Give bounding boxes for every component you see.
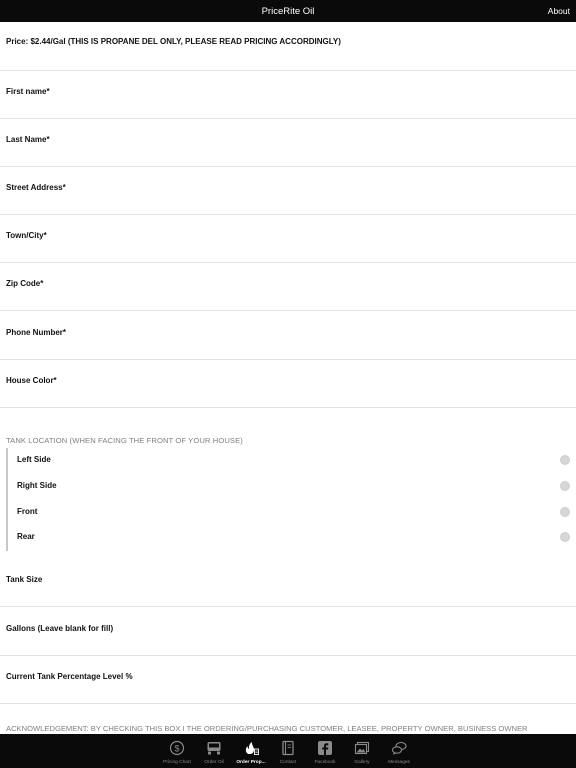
first-name-field[interactable]: First name* [0,71,576,119]
tab-order-propane[interactable]: Order Prop... [233,734,270,768]
tank-location-option-rear[interactable]: Rear [8,525,572,550]
facebook-icon [317,740,333,756]
street-address-field[interactable]: Street Address* [0,167,576,215]
phone-number-input[interactable] [6,338,570,356]
tank-percentage-input[interactable] [6,682,570,700]
tab-label: Gallery [354,760,370,765]
tank-size-input[interactable] [6,585,570,603]
chat-bubbles-icon [391,740,407,756]
radio-circle-icon[interactable] [560,455,570,465]
navigation-bar: PriceRite Oil About [0,0,576,22]
price-row: Price: $2.44/Gal (THIS IS PROPANE DEL ON… [0,22,576,71]
tank-location-option-left-side[interactable]: Left Side [8,448,572,473]
about-button[interactable]: About [548,0,570,22]
tank-location-option-front[interactable]: Front [8,500,572,525]
tab-order-oil[interactable]: Order Oil [196,734,233,768]
gallons-field[interactable]: Gallons (Leave blank for fill) [0,608,576,656]
house-color-field[interactable]: House Color* [0,360,576,408]
tank-location-option-right-side[interactable]: Right Side [8,474,572,499]
svg-text:$: $ [174,743,179,753]
acknowledgement-text: ACKNOWLEDGEMENT: BY CHECKING THIS BOX I … [6,724,528,733]
radio-circle-icon[interactable] [560,532,570,542]
tank-size-label: Tank Size [6,575,43,584]
phone-number-field[interactable]: Phone Number* [0,312,576,360]
radio-circle-icon[interactable] [560,481,570,491]
zip-code-input[interactable] [6,289,570,307]
flame-icon [243,740,259,756]
street-address-label: Street Address* [6,183,66,192]
tab-contact[interactable]: Contact [270,734,307,768]
tab-label: Pricing Chart [163,760,191,765]
truck-icon [206,740,222,756]
option-label: Rear [17,532,35,541]
town-city-label: Town/City* [6,231,47,240]
tab-facebook[interactable]: Facebook [307,734,344,768]
gallery-icon [354,740,370,756]
first-name-input[interactable] [6,97,570,115]
price-label: Price: $2.44/Gal (THIS IS PROPANE DEL ON… [6,37,341,46]
radio-circle-icon[interactable] [560,507,570,517]
first-name-label: First name* [6,87,50,96]
town-city-field[interactable]: Town/City* [0,215,576,263]
phone-number-label: Phone Number* [6,328,67,337]
tab-pricing-chart[interactable]: $ Pricing Chart [159,734,196,768]
tank-location-header: TANK LOCATION (WHEN FACING THE FRONT OF … [6,436,243,445]
zip-code-label: Zip Code* [6,279,44,288]
house-color-input[interactable] [6,386,570,404]
option-label: Right Side [17,481,57,490]
tank-percentage-label: Current Tank Percentage Level % [6,672,133,681]
house-color-label: House Color* [6,376,57,385]
tab-label: Contact [279,760,297,765]
option-label: Left Side [17,455,51,464]
tab-messages[interactable]: Messages [381,734,418,768]
tab-label: Order Oil [204,760,224,765]
app-title: PriceRite Oil [261,5,315,17]
town-city-input[interactable] [6,241,570,259]
tab-gallery[interactable]: Gallery [344,734,381,768]
street-address-input[interactable] [6,193,570,211]
tank-location-radio-group: Left Side Right Side Front Rear [6,448,570,551]
dollar-icon: $ [169,740,185,756]
tab-bar: $ Pricing Chart Order Oil Order Prop... … [0,734,576,768]
tab-label: Messages [388,760,410,765]
tab-label: Facebook [314,760,336,765]
last-name-field[interactable]: Last Name* [0,119,576,167]
address-book-icon [280,740,296,756]
last-name-input[interactable] [6,145,570,163]
tank-percentage-field[interactable]: Current Tank Percentage Level % [0,656,576,704]
gallons-input[interactable] [6,634,570,652]
zip-code-field[interactable]: Zip Code* [0,263,576,311]
tab-label: Order Prop... [236,760,266,765]
option-label: Front [17,507,38,516]
tank-size-field[interactable]: Tank Size [0,559,576,607]
propane-order-form: Price: $2.44/Gal (THIS IS PROPANE DEL ON… [0,22,576,734]
last-name-label: Last Name* [6,135,50,144]
gallons-label: Gallons (Leave blank for fill) [6,624,114,633]
